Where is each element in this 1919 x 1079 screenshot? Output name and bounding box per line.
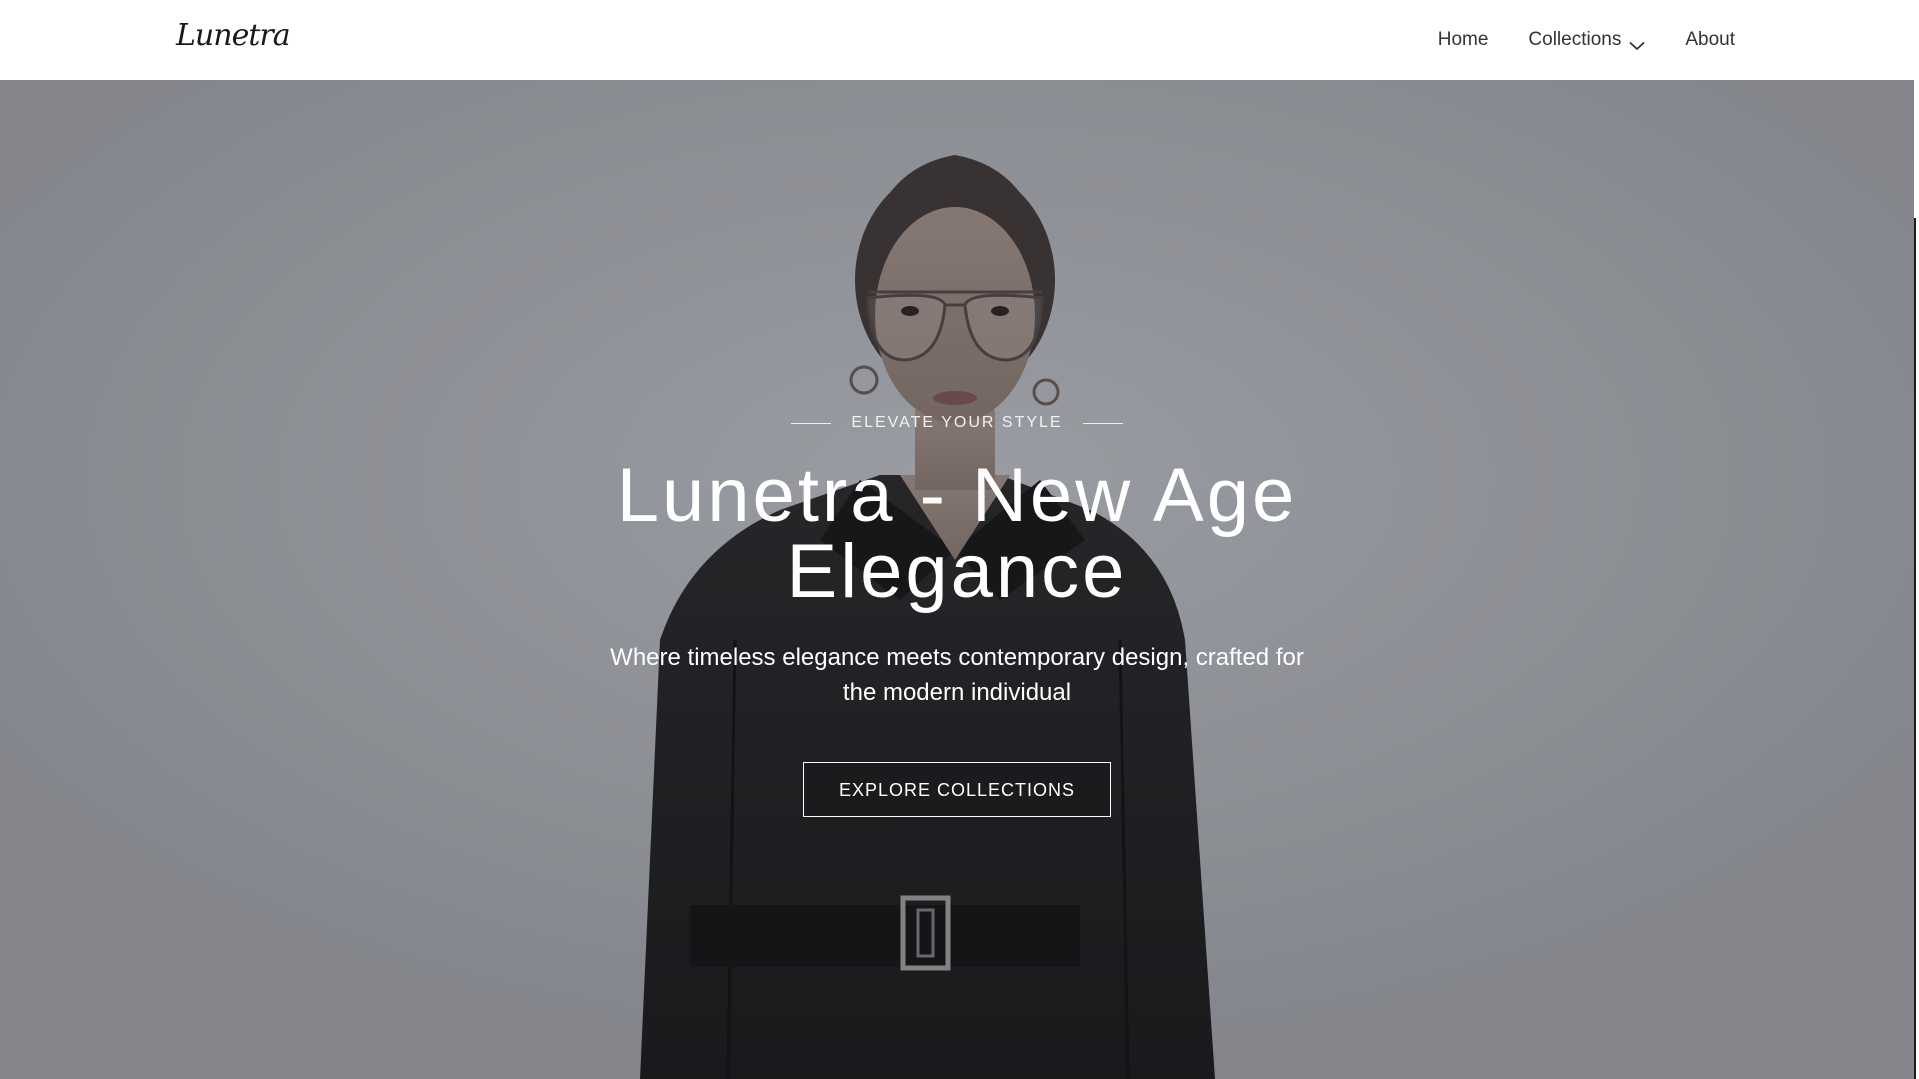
- explore-collections-button[interactable]: EXPLORE COLLECTIONS: [803, 762, 1111, 817]
- scrollbar-track[interactable]: [1914, 0, 1919, 1079]
- nav-collections[interactable]: Collections: [1528, 29, 1645, 51]
- hero-eyebrow: ELEVATE YOUR STYLE: [557, 410, 1357, 436]
- hero-content: ELEVATE YOUR STYLE Lunetra - New Age Ele…: [557, 410, 1357, 817]
- eyebrow-line-right: [1082, 422, 1123, 424]
- eyebrow-text: ELEVATE YOUR STYLE: [851, 414, 1063, 431]
- main-nav: Home Collections About: [1438, 0, 1735, 80]
- nav-collections-label: Collections: [1528, 29, 1622, 50]
- logo-text: Lunetra: [176, 18, 291, 53]
- hero-title-line2: Elegance: [786, 529, 1128, 614]
- scrollbar-thumb[interactable]: [1914, 218, 1919, 1079]
- site-header: Lunetra Home Collections About: [0, 0, 1914, 80]
- chevron-down-icon: [1629, 35, 1645, 50]
- eyebrow-line-left: [791, 422, 832, 424]
- hero-title-line1: Lunetra - New Age: [616, 453, 1298, 538]
- page: Lunetra Home Collections About ELEVATE Y…: [0, 0, 1919, 1079]
- hero-subtitle: Where timeless elegance meets contempora…: [610, 644, 1304, 706]
- nav-about-label: About: [1685, 29, 1735, 50]
- hero-section: ELEVATE YOUR STYLE Lunetra - New Age Ele…: [0, 80, 1914, 1079]
- hero-title: Lunetra - New Age Elegance: [557, 458, 1357, 610]
- nav-home[interactable]: Home: [1438, 29, 1489, 51]
- nav-about[interactable]: About: [1685, 29, 1735, 51]
- nav-home-label: Home: [1437, 29, 1489, 50]
- logo[interactable]: Lunetra: [176, 14, 291, 58]
